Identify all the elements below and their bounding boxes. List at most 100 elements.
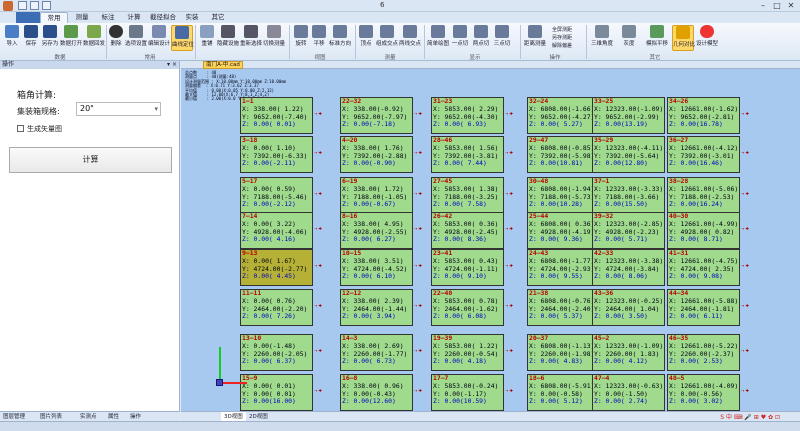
measure-node[interactable]: 15—9 X: 0.00( 0.01) Y: 0.00( 0.01) Z: 0.00(… bbox=[240, 374, 313, 411]
app-logo-icon[interactable] bbox=[3, 1, 13, 11]
measure-node[interactable]: 13—10 X: 0.00(-1.48) Y: 2260.00(-2.05) Z: 0… bbox=[240, 334, 313, 371]
measure-node[interactable]: 22—32 X: 338.00(-0.92) Y: 9652.00(-7.97) Z:… bbox=[340, 97, 413, 134]
measure-node[interactable]: 36—27 X: 12661.00(-4.12) Y: 7392.00(-3.01)… bbox=[667, 136, 740, 173]
measurement-canvas[interactable]: 总点数 : 48 测量点 : 48(测量:48) 设计测量范围 : X:10.00m… bbox=[181, 69, 800, 411]
measure-node[interactable]: 21—38 X: 6808.00(-0.76) Y: 2464.00(-2.40) Z… bbox=[527, 289, 600, 326]
save-as-button[interactable]: 另存为 bbox=[41, 25, 59, 51]
data-return-button[interactable]: 数据回发 bbox=[83, 25, 105, 51]
container-spec-select[interactable]: 20" ▾ bbox=[76, 102, 161, 116]
measure-node[interactable]: 16—8 X: 338.00( 0.96) Y: 0.00(-0.43) Z: 0.0… bbox=[340, 374, 413, 411]
measure-node[interactable]: 32—24 X: 6808.00(-1.66) Y: 9652.00(-4.27) Z… bbox=[527, 97, 600, 134]
measure-node[interactable]: 42—33 X: 12323.00(-3.38) Y: 4724.00(-3.84)… bbox=[592, 249, 665, 286]
design-model-button[interactable]: 几何对比 bbox=[672, 25, 695, 51]
measure-node[interactable]: 38—28 X: 12661.00(-5.06) Y: 7188.00(-2.53)… bbox=[667, 177, 740, 214]
tab-fitting[interactable]: 截径拟合 bbox=[148, 12, 178, 23]
distance-measure-button[interactable]: 距离测量 bbox=[524, 25, 546, 51]
tab-measure[interactable]: 测量 bbox=[70, 12, 94, 23]
measure-node[interactable]: 19—39 X: 5853.00( 1.22) Y: 2260.00(-0.54) Z… bbox=[431, 334, 504, 371]
tab-common[interactable]: 常用 bbox=[40, 12, 68, 23]
measure-node[interactable]: 24—43 X: 6808.00(-1.77) Y: 4724.00(-2.93) Z… bbox=[527, 249, 600, 286]
three-point-cut-button[interactable]: 三点切 bbox=[492, 25, 512, 51]
measure-node[interactable]: 31—23 X: 5853.00( 2.29) Y: 9652.00(-4.30) Z… bbox=[431, 97, 504, 134]
options-button[interactable]: 选项设置 bbox=[125, 25, 147, 51]
tab-annotate[interactable]: 标注 bbox=[96, 12, 120, 23]
close-button[interactable]: ✕ bbox=[784, 0, 798, 11]
measure-node[interactable]: 29—47 X: 6808.00(-0.85) Y: 7392.00(-5.98) Z… bbox=[527, 136, 600, 173]
grayscale-button[interactable]: 三维角度 bbox=[589, 25, 615, 51]
tab-file[interactable] bbox=[16, 12, 40, 23]
delete-button[interactable]: 删除 bbox=[108, 25, 124, 51]
measure-node[interactable]: 28—46 X: 5853.00( 1.56) Y: 7392.00(-3.81) Z… bbox=[431, 136, 504, 173]
measure-node[interactable]: 10—15 X: 338.00( 3.51) Y: 4724.00(-4.52) Z:… bbox=[340, 249, 413, 286]
reselect-button[interactable]: 重新选择 bbox=[240, 25, 262, 51]
measure-node[interactable]: 4—20 X: 338.00( 1.76) Y: 7392.00(-2.88) Z: … bbox=[340, 136, 413, 173]
simulate-pan-button[interactable]: 灰度 bbox=[616, 25, 642, 51]
maximize-button[interactable]: □ bbox=[770, 0, 784, 11]
intersect-button[interactable]: 组成交点 bbox=[376, 25, 398, 51]
save-measure-button[interactable]: 另存测距 bbox=[552, 34, 572, 41]
line-intersect-button[interactable]: 两线交点 bbox=[399, 25, 421, 51]
quick-new-icon[interactable] bbox=[18, 1, 27, 10]
measure-node[interactable]: 22—40 X: 5853.00( 0.78) Y: 2464.00(-1.62) Z… bbox=[431, 289, 504, 326]
measure-node[interactable]: 8—16 X: 338.00( 4.95) Y: 4928.00(-2.55) Z: … bbox=[340, 212, 413, 249]
vertex-button[interactable]: 顶点 bbox=[358, 25, 374, 51]
measure-node[interactable]: 18—6 X: 6808.00(-5.91) Y: 0.00(-0.58) Z: 0.… bbox=[527, 374, 600, 411]
measure-node[interactable]: 3—18 X: 0.00( 1.10) Y: 7392.00(-6.33) Z: 0.… bbox=[240, 136, 313, 173]
measure-node[interactable]: 30—48 X: 6808.00(-1.94) Y: 7188.00(-5.73) Z… bbox=[527, 177, 600, 214]
tab-install[interactable]: 实装 bbox=[180, 12, 204, 23]
measure-node[interactable]: 45—2 X: 12323.00(-1.09) Y: 2260.00( 1.83) Z… bbox=[592, 334, 665, 371]
measure-node[interactable]: 48—5 X: 12661.00(-4.09) Y: 0.00(-0.56) Z: 0… bbox=[667, 374, 740, 411]
edit-design-button[interactable]: 编辑设计 bbox=[148, 25, 170, 51]
reshop-button[interactable]: 重铺 bbox=[199, 25, 215, 51]
calculate-button[interactable]: 计算 bbox=[9, 147, 172, 173]
measure-node[interactable]: 11—11 X: 0.00( 0.76) Y: 2464.00(-2.20) Z: 0… bbox=[240, 289, 313, 326]
tab-calculate[interactable]: 计算 bbox=[122, 12, 146, 23]
import-button[interactable]: 导入 bbox=[3, 25, 21, 51]
measure-node[interactable]: 25—44 X: 6808.00( 0.36) Y: 4928.00(-4.19) Z… bbox=[527, 212, 600, 249]
measure-node[interactable]: 27—45 X: 5853.00( 1.38) Y: 7188.00(-3.25) Z… bbox=[431, 177, 504, 214]
measure-node[interactable]: 43—36 X: 12323.00(-0.25) Y: 2464.00( 1.04)… bbox=[592, 289, 665, 326]
quick-open-icon[interactable] bbox=[30, 1, 39, 10]
one-point-cut-button[interactable]: 一点切 bbox=[450, 25, 470, 51]
hide-facility-button[interactable]: 隐藏设施 bbox=[217, 25, 239, 51]
measure-node[interactable]: 46—35 X: 12661.00(-5.22) Y: 2260.00(-2.37)… bbox=[667, 334, 740, 371]
measure-node[interactable]: 44—34 X: 12661.00(-5.88) Y: 2464.00(-1.81)… bbox=[667, 289, 740, 326]
measure-node[interactable]: 6—19 X: 338.00( 1.72) Y: 7188.00(-1.05) Z: … bbox=[340, 177, 413, 214]
measure-node[interactable]: 9—13 X: 0.00( 1.67) Y: 4724.00(-2.77) Z: 0.… bbox=[240, 249, 313, 286]
vector-checkbox[interactable]: 生成矢量图 bbox=[17, 124, 62, 134]
geometry-compare-button[interactable]: 模拟平移 bbox=[644, 25, 670, 51]
measure-node[interactable]: 12—12 X: 338.00( 2.39) Y: 2464.00(-1.44) Z:… bbox=[340, 289, 413, 326]
fullscreen-measure-button[interactable]: 全屏测距 bbox=[552, 26, 572, 33]
measure-node[interactable]: 47—4 X: 12323.00(-0.63) Y: 0.00(-1.50) Z: 0… bbox=[592, 374, 665, 411]
pan-button[interactable]: 平移 bbox=[311, 25, 327, 51]
measure-node[interactable]: 37—1 X: 12323.00(-3.33) Y: 7188.00(-3.66) Z… bbox=[592, 177, 665, 214]
measure-node[interactable]: 23—41 X: 5853.00( 0.43) Y: 4724.00(-1.11) Z… bbox=[431, 249, 504, 286]
measure-node[interactable]: 14—3 X: 338.00( 2.69) Y: 2260.00(-1.77) Z: … bbox=[340, 334, 413, 371]
save-button[interactable]: 保存 bbox=[22, 25, 40, 51]
quick-save-icon[interactable] bbox=[42, 1, 51, 10]
measure-node[interactable]: 39—32 X: 12323.00(-2.85) Y: 4928.00(-2.23)… bbox=[592, 212, 665, 249]
data-open-button[interactable]: 数据打开 bbox=[60, 25, 82, 51]
switch-measure-button[interactable]: 切换测量 bbox=[263, 25, 285, 51]
measure-node[interactable]: 20—37 X: 6808.00(-1.13) Y: 2260.00(-1.98) Z… bbox=[527, 334, 600, 371]
measure-node[interactable]: 26—42 X: 5853.00( 0.36) Y: 4928.00(-2.45) Z… bbox=[431, 212, 504, 249]
rotate-button[interactable]: 旋转 bbox=[293, 25, 309, 51]
standard-view-button[interactable]: 标准方向 bbox=[329, 25, 351, 51]
measure-node[interactable]: 35—29 X: 12323.00(-4.11) Y: 7392.00(-5.64)… bbox=[592, 136, 665, 173]
measure-node[interactable]: 40—30 X: 12661.00(-4.99) Y: 4928.00( 0.82)… bbox=[667, 212, 740, 249]
measure-node[interactable]: 1—1 X: 338.00( 1.22) Y: 9652.00(-7.40) Z: 0… bbox=[240, 97, 313, 134]
measure-node[interactable]: 33—25 X: 12323.00(-1.09) Y: 9652.00(-2.99)… bbox=[592, 97, 665, 134]
tab-other[interactable]: 其它 bbox=[206, 12, 230, 23]
measure-node[interactable]: 5—17 X: 0.00( 0.59) Y: 7188.00(-5.46) Z: 0.… bbox=[240, 177, 313, 214]
two-point-cut-button[interactable]: 两点切 bbox=[471, 25, 491, 51]
measure-node[interactable]: 41—31 X: 12661.00(-4.75) Y: 4724.00( 2.35)… bbox=[667, 249, 740, 286]
curve-locate-button[interactable]: 曲线定位 bbox=[171, 25, 194, 51]
minimize-button[interactable]: – bbox=[756, 0, 770, 11]
measured-point-button[interactable]: 设计模型 bbox=[696, 25, 718, 51]
measure-node[interactable]: 34—26 X: 12661.00(-1.62) Y: 9652.00(-2.81)… bbox=[667, 97, 740, 134]
document-tab[interactable]: 南门A-中.cad bbox=[203, 61, 243, 69]
clear-deviation-button[interactable]: 解除偏差 bbox=[552, 42, 572, 49]
measure-node[interactable]: 7—14 X: 0.00( 3.22) Y: 4928.00(-4.06) Z: 0.… bbox=[240, 212, 313, 249]
panel-pin-close-button[interactable]: ▾ × bbox=[167, 61, 177, 69]
simple-draw-button[interactable]: 简单绘图 bbox=[427, 25, 449, 51]
